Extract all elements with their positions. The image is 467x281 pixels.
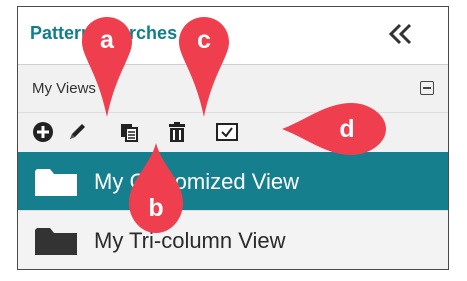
delete-icon bbox=[169, 122, 185, 142]
copy-icon bbox=[121, 124, 138, 142]
edit-view-button[interactable] bbox=[64, 119, 90, 145]
callout-label-a: a bbox=[100, 26, 114, 54]
collapse-panel-button[interactable] bbox=[386, 19, 416, 49]
callout-label-c: c bbox=[197, 26, 211, 54]
add-icon bbox=[33, 122, 53, 142]
callout-label-d: d bbox=[339, 115, 355, 143]
double-chevron-left-icon bbox=[388, 23, 412, 45]
checkbox-icon bbox=[216, 123, 238, 141]
add-view-button[interactable] bbox=[30, 119, 56, 145]
edit-icon bbox=[70, 124, 85, 139]
list-item[interactable]: My Customized View bbox=[18, 152, 448, 210]
folder-icon bbox=[35, 228, 77, 255]
view-name: My Tri-column View bbox=[94, 228, 286, 253]
minus-box-icon[interactable] bbox=[420, 81, 434, 95]
select-view-button[interactable] bbox=[214, 119, 240, 145]
list-item[interactable]: My Tri-column View bbox=[18, 210, 448, 269]
callout-label-b: b bbox=[148, 194, 164, 222]
folder-icon bbox=[35, 169, 77, 196]
